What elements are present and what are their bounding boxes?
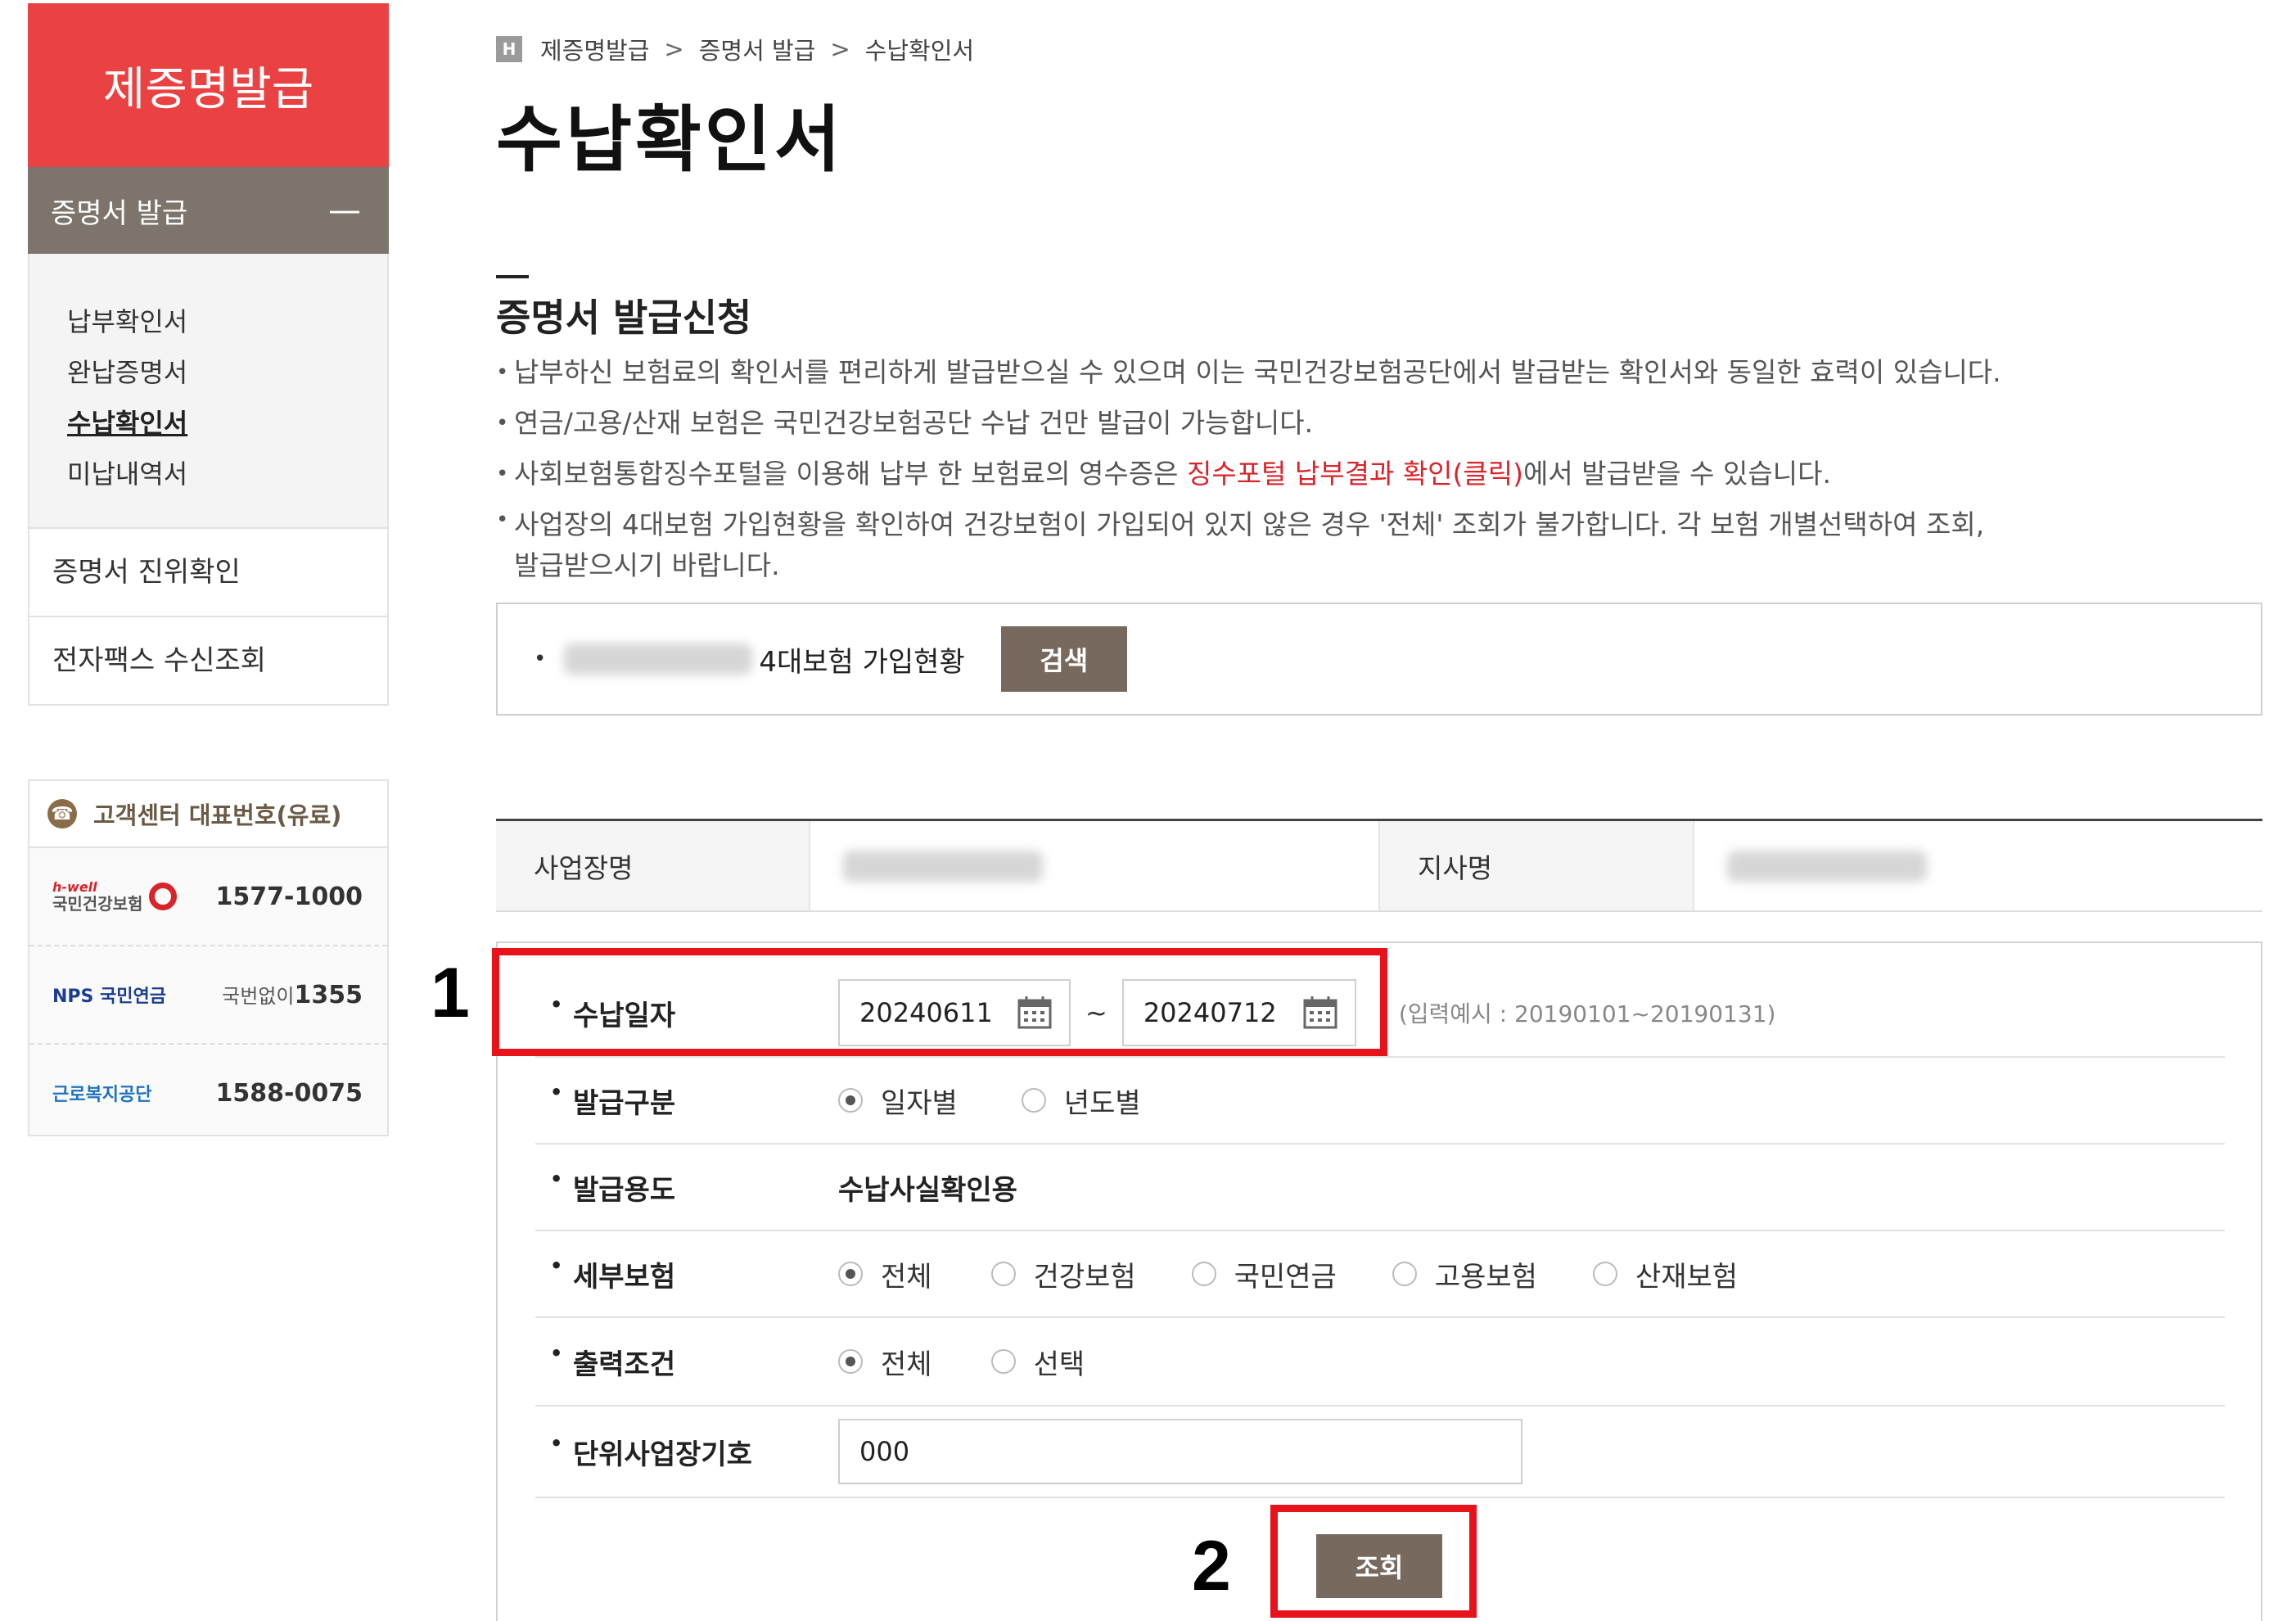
search-button[interactable]: 검색 — [1000, 626, 1127, 692]
section-title-bar — [496, 275, 529, 278]
highlight-box-1 — [492, 948, 1387, 1056]
contact-row-nhis: h-well 국민건강보험 1577-1000 — [29, 848, 387, 946]
radio-industrial-accident-insurance[interactable]: 산재보험 — [1592, 1254, 1738, 1294]
radio-by-year[interactable]: 년도별 — [1021, 1081, 1141, 1121]
breadcrumb-item-current: 수납확인서 — [864, 37, 975, 65]
step-number-2: 2 — [1192, 1527, 1231, 1605]
bullet: • — [534, 647, 547, 671]
insurance-type-label: 세부보험 — [535, 1254, 838, 1294]
branch-name-header: 지사명 — [1380, 821, 1694, 910]
customer-center-header: ☎ 고객센터 대표번호(유료) — [29, 781, 387, 848]
breadcrumb: H 제증명발급 > 증명서 발급 > 수납확인서 — [496, 33, 974, 65]
breadcrumb-separator: > — [830, 35, 850, 63]
notice-item: 사회보험통합징수포털을 이용해 납부 한 보험료의 영수증은 징수포털 납부결과… — [496, 449, 2256, 499]
radio-button[interactable] — [990, 1349, 1016, 1374]
form-row-insurance-type: 세부보험 전체 건강보험 국민연금 고용보험 산재보험 — [535, 1231, 2225, 1318]
radio-insurance-all[interactable]: 전체 — [838, 1254, 932, 1294]
date-format-hint: (입력예시 : 20190101~20190131) — [1398, 1000, 1776, 1027]
unit-code-label: 단위사업장기호 — [535, 1432, 838, 1472]
sidebar-title: 제증명발급 — [28, 3, 389, 167]
radio-output-select[interactable]: 선택 — [990, 1342, 1085, 1382]
form-row-issue-type: 발급구분 일자별 년도별 — [535, 1058, 2225, 1145]
sidebar-item-payment-confirmation[interactable]: 납부확인서 — [29, 296, 387, 347]
notice-item: 납부하신 보험료의 확인서를 편리하게 발급받으실 수 있으며 이는 국민건강보… — [496, 347, 2256, 398]
sidebar-submenu: 납부확인서 완납증명서 수납확인서 미납내역서 — [28, 254, 389, 529]
sidebar-item-full-payment-certificate[interactable]: 완납증명서 — [29, 347, 387, 398]
customer-center-title: 고객센터 대표번호(유료) — [93, 801, 342, 829]
radio-button[interactable] — [990, 1262, 1016, 1286]
insurance-type-options: 전체 건강보험 국민연금 고용보험 산재보험 — [838, 1254, 1777, 1294]
radio-by-date[interactable]: 일자별 — [838, 1081, 958, 1121]
output-condition-label: 출력조건 — [535, 1342, 838, 1382]
kcomwel-logo: 근로복지공단 — [52, 1085, 152, 1105]
highlight-box-2 — [1270, 1505, 1477, 1618]
business-name-header: 사업장명 — [496, 821, 810, 910]
notice-item: 연금/고용/산재 보험은 국민건강보험공단 수납 건만 발급이 가능합니다. — [496, 398, 2256, 449]
radio-national-pension[interactable]: 국민연금 — [1191, 1254, 1337, 1294]
business-name-value — [810, 821, 1380, 910]
radio-button-selected[interactable] — [838, 1088, 863, 1113]
collapse-icon[interactable]: — — [328, 194, 361, 227]
radio-button-selected[interactable] — [838, 1349, 863, 1374]
radio-health-insurance[interactable]: 건강보험 — [990, 1254, 1136, 1294]
notice-list: 납부하신 보험료의 확인서를 편리하게 발급받으실 수 있으며 이는 국민건강보… — [496, 347, 2256, 586]
nps-logo: NPS 국민연금 — [52, 987, 167, 1007]
issue-type-options: 일자별 년도별 — [838, 1081, 1180, 1121]
breadcrumb-separator: > — [664, 35, 684, 63]
radio-button[interactable] — [1592, 1262, 1617, 1286]
contact-row-kcomwel: 근로복지공단 1588-0075 — [29, 1045, 387, 1141]
home-icon[interactable]: H — [496, 36, 522, 62]
collection-portal-link[interactable]: 징수포털 납부결과 확인(클릭) — [1187, 458, 1523, 490]
nhis-logo: h-well 국민건강보험 — [52, 880, 178, 913]
sidebar-menu-efax-inquiry[interactable]: 전자팩스 수신조회 — [28, 617, 389, 706]
business-info-table: 사업장명 지사명 — [496, 819, 2262, 912]
sidebar-section-label: 증명서 발급 — [51, 196, 188, 230]
purpose-value: 수납사실확인용 — [838, 1173, 1017, 1207]
purpose-label: 발급용도 — [535, 1167, 838, 1208]
breadcrumb-item[interactable]: 제증명발급 — [540, 32, 649, 66]
form-row-unit-code: 단위사업장기호 000 — [535, 1407, 2225, 1498]
radio-employment-insurance[interactable]: 고용보험 — [1392, 1254, 1537, 1294]
sidebar-menu-authenticity-check[interactable]: 증명서 진위확인 — [28, 529, 389, 617]
radio-button-selected[interactable] — [838, 1262, 863, 1286]
redacted-business-name — [564, 643, 753, 675]
sidebar-section-certificate-issue[interactable]: 증명서 발급 — — [28, 167, 389, 254]
unit-code-input[interactable]: 000 — [838, 1419, 1522, 1484]
insurance-status-search-box: • 4대보험 가입현황 검색 — [496, 603, 2262, 716]
branch-name-value — [1694, 821, 2262, 910]
radio-output-all[interactable]: 전체 — [838, 1342, 932, 1382]
issue-type-label: 발급구분 — [535, 1081, 838, 1121]
sidebar-item-receipt-confirmation[interactable]: 수납확인서 — [29, 398, 387, 449]
phone-icon: ☎ — [47, 799, 77, 829]
step-number-1: 1 — [431, 954, 470, 1032]
contact-row-nps: NPS 국민연금 국번없이1355 — [29, 946, 387, 1045]
output-condition-options: 전체 선택 — [838, 1342, 1124, 1382]
nhis-phone-number: 1577-1000 — [215, 882, 363, 911]
insurance-status-label: 4대보험 가입현황 — [759, 645, 965, 679]
form-row-output-condition: 출력조건 전체 선택 — [535, 1318, 2225, 1407]
kcomwel-phone-number: 1588-0075 — [215, 1078, 363, 1108]
customer-center-box: ☎ 고객센터 대표번호(유료) h-well 국민건강보험 1577-1000 … — [28, 779, 389, 1136]
radio-button[interactable] — [1191, 1262, 1216, 1286]
form-row-purpose: 발급용도 수납사실확인용 — [535, 1145, 2225, 1231]
radio-button[interactable] — [1392, 1262, 1417, 1286]
sidebar-item-unpaid-history[interactable]: 미납내역서 — [29, 449, 387, 499]
notice-item: 사업장의 4대보험 가입현황을 확인하여 건강보험이 가입되어 있지 않은 경우… — [496, 499, 2256, 586]
section-title: 증명서 발급신청 — [496, 296, 752, 340]
page-title: 수납확인서 — [496, 97, 844, 182]
breadcrumb-item[interactable]: 증명서 발급 — [699, 32, 816, 66]
redacted-business-name — [842, 850, 1043, 882]
nps-phone-number: 국번없이1355 — [222, 981, 363, 1009]
radio-button[interactable] — [1021, 1088, 1046, 1113]
redacted-branch-name — [1726, 850, 1927, 882]
